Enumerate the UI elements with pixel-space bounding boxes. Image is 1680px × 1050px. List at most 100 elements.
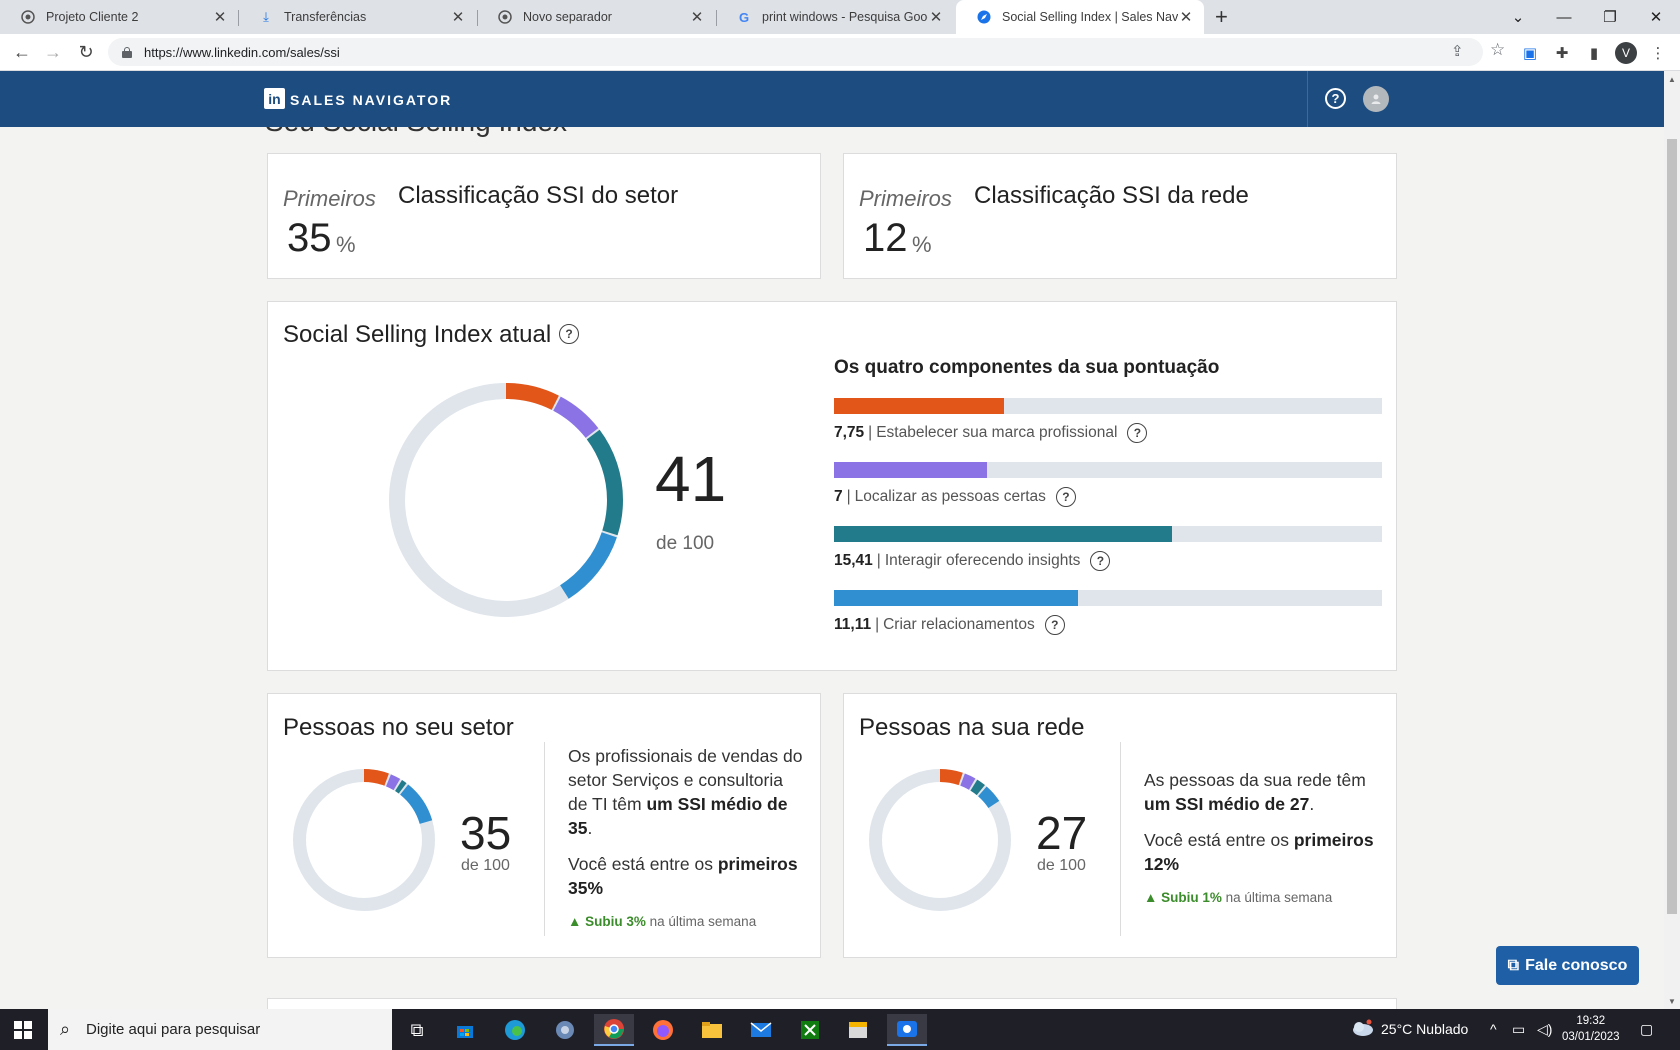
lock-icon: [122, 46, 132, 58]
weather-text[interactable]: 25°C Nublado: [1381, 1021, 1468, 1037]
user-avatar[interactable]: [1363, 86, 1389, 112]
sector-rank-text: Você está entre os primeiros 35%: [568, 854, 798, 898]
menu-icon[interactable]: ⋮: [1648, 43, 1668, 63]
ssi-card: Social Selling Index atual ? 41 de 100 O…: [267, 301, 1397, 671]
browser-tab[interactable]: Novo separador ✕: [477, 0, 715, 34]
close-icon[interactable]: ✕: [212, 8, 228, 26]
cloud-icon[interactable]: [1350, 1019, 1374, 1040]
rank-value: 12: [863, 216, 908, 260]
close-icon[interactable]: ✕: [450, 8, 466, 26]
share-icon[interactable]: ⇪: [1451, 42, 1464, 60]
edge-icon[interactable]: [495, 1014, 535, 1046]
component-value: 7: [834, 488, 843, 505]
tab-label: Social Selling Index | Sales Navigat: [1002, 10, 1178, 24]
component-value: 11,11: [834, 616, 872, 633]
scrollbar-thumb[interactable]: [1667, 139, 1677, 914]
help-icon[interactable]: ?: [1055, 487, 1076, 507]
taskbar-clock[interactable]: 19:32 03/01/2023: [1562, 1013, 1620, 1045]
component-bar: [834, 526, 1382, 542]
reload-button[interactable]: ↻: [74, 40, 98, 64]
component-bar-fill: [834, 590, 1078, 606]
linkedin-logo-icon[interactable]: in: [264, 88, 285, 109]
notifications-icon[interactable]: ▢: [1640, 1021, 1653, 1038]
back-button[interactable]: ←: [10, 40, 34, 64]
contact-us-button[interactable]: ⧉ Fale conosco: [1496, 946, 1639, 985]
mail-icon[interactable]: [741, 1014, 781, 1046]
xbox-icon[interactable]: [790, 1014, 830, 1046]
browser-tab-active[interactable]: Social Selling Index | Sales Navigat ✕: [956, 0, 1204, 34]
help-icon[interactable]: ?: [1127, 423, 1148, 443]
download-icon: ⤓: [263, 9, 269, 24]
rank-unit: %: [336, 232, 356, 257]
store-icon[interactable]: [445, 1014, 485, 1046]
star-icon[interactable]: ☆: [1490, 40, 1505, 60]
network-rank-text: Você está entre os primeiros 12%: [1144, 830, 1374, 874]
screen-capture-taskbar-icon[interactable]: [887, 1014, 927, 1046]
network-people-card: Pessoas na sua rede 27 de 100 As pessoas…: [843, 693, 1397, 958]
task-view-icon[interactable]: ⧉: [397, 1014, 437, 1046]
app-icon[interactable]: [545, 1014, 585, 1046]
ssi-score: 41: [655, 443, 727, 515]
help-icon[interactable]: ?: [1325, 88, 1346, 109]
google-icon: G: [738, 9, 750, 25]
component-value: 7,75: [834, 424, 865, 441]
tab-label: print windows - Pesquisa Google: [762, 10, 928, 24]
chrome-taskbar-icon[interactable]: [594, 1014, 634, 1046]
network-donut-chart: [869, 769, 1011, 911]
new-tab-button[interactable]: +: [1215, 4, 1228, 30]
help-icon[interactable]: ?: [559, 324, 579, 344]
browser-tab[interactable]: Projeto Cliente 2 ✕: [0, 0, 238, 34]
component-label: Estabelecer sua marca profissional: [876, 424, 1118, 441]
sales-navigator-header: in SALES NAVIGATOR ?: [0, 71, 1664, 127]
file-explorer-icon[interactable]: [692, 1014, 732, 1046]
sector-rank-card: Primeiros Classificação SSI do setor 35 …: [267, 153, 821, 279]
component-bar-fill: [834, 526, 1172, 542]
card-divider: [1120, 742, 1121, 936]
close-icon[interactable]: ✕: [928, 8, 944, 26]
address-bar[interactable]: https://www.linkedin.com/sales/ssi ⇪ ☆: [108, 38, 1505, 66]
extensions-icon[interactable]: ✚: [1552, 43, 1572, 63]
browser-toolbar: ← → ↻ https://www.linkedin.com/sales/ssi…: [0, 34, 1680, 71]
close-icon[interactable]: ✕: [689, 8, 705, 26]
app-icon[interactable]: [838, 1014, 878, 1046]
component-bar-fill: [834, 398, 1004, 414]
component-row: 7,75 | Estabelecer sua marca profissional…: [834, 423, 1148, 443]
close-icon[interactable]: ✕: [1178, 8, 1194, 26]
compass-icon: [976, 9, 992, 25]
component-row: 11,11 | Criar relacionamentos ?: [834, 615, 1065, 635]
screen-capture-icon[interactable]: ▣: [1520, 43, 1540, 63]
component-value: 15,41: [834, 552, 873, 569]
firefox-icon[interactable]: [643, 1014, 683, 1046]
taskbar-search[interactable]: ⌕ Digite aqui para pesquisar: [48, 1009, 392, 1050]
window-close-button[interactable]: ✕: [1633, 0, 1679, 34]
forward-button[interactable]: →: [41, 40, 65, 64]
sector-title: Pessoas no seu setor: [283, 714, 514, 741]
sector-donut-chart: [293, 769, 435, 911]
search-icon: ⌕: [60, 1019, 71, 1039]
chrome-icon: [20, 9, 36, 25]
help-icon[interactable]: ?: [1044, 615, 1065, 635]
network-icon[interactable]: ▭: [1512, 1021, 1525, 1038]
windows-start-icon[interactable]: [14, 1021, 32, 1039]
help-icon[interactable]: ?: [1090, 551, 1111, 571]
rank-value: 35: [287, 216, 332, 260]
browser-tab-strip: Projeto Cliente 2 ✕ ⤓ Transferências ✕ N…: [0, 0, 1680, 34]
browser-tab[interactable]: ⤓ Transferências ✕: [238, 0, 476, 34]
tab-label: Projeto Cliente 2: [46, 10, 139, 24]
restore-button[interactable]: ❐: [1587, 0, 1633, 34]
volume-icon[interactable]: ◁): [1537, 1021, 1552, 1038]
component-bar: [834, 462, 1382, 478]
component-row: 15,41 | Interagir oferecendo insights ?: [834, 551, 1111, 571]
profile-avatar[interactable]: V: [1615, 42, 1637, 64]
side-panel-icon[interactable]: ▮: [1584, 43, 1604, 63]
network-score-of: de 100: [1037, 857, 1086, 874]
app-title[interactable]: SALES NAVIGATOR: [290, 92, 452, 108]
minimize-button[interactable]: —: [1541, 0, 1587, 34]
browser-tab[interactable]: G print windows - Pesquisa Google ✕: [716, 0, 954, 34]
network-trend: ▲ Subiu 1% na última semana: [1144, 890, 1333, 905]
chevron-down-icon[interactable]: ⌄: [1495, 0, 1541, 34]
sector-score: 35: [460, 807, 512, 859]
chevron-up-icon[interactable]: ^: [1490, 1021, 1497, 1037]
ssi-donut-chart: [389, 383, 623, 617]
page-scrollbar[interactable]: ▲ ▼: [1664, 71, 1680, 1009]
